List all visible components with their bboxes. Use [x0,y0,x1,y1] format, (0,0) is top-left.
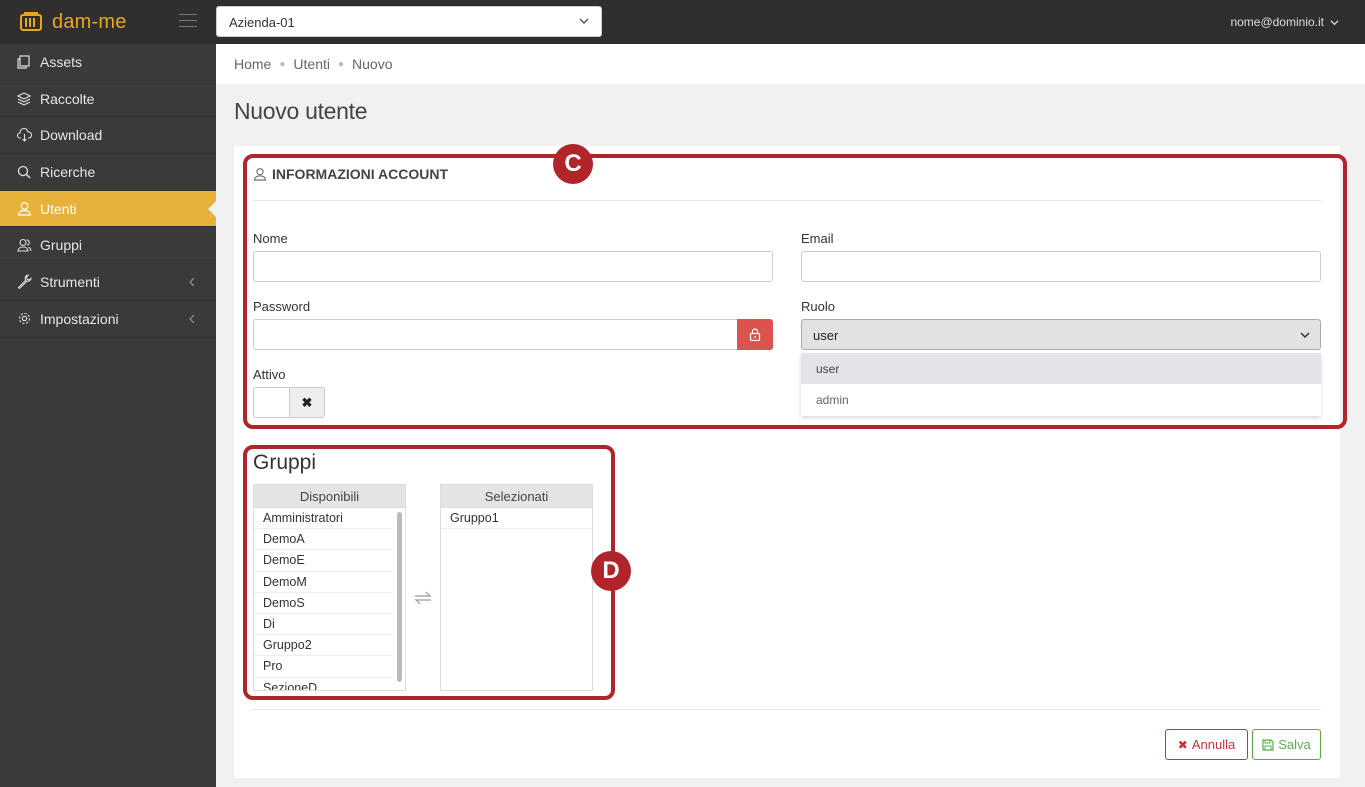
sidebar-item-raccolte[interactable]: Raccolte [0,81,216,118]
annotation-badge-d: D [591,551,631,591]
sidebar-item-label: Ricerche [40,163,96,180]
sidebar-item-download[interactable]: Download [0,117,216,155]
cloud-download-icon [16,127,32,143]
sidebar-item-label: Gruppi [40,237,83,254]
chevron-left-icon [189,314,195,324]
sidebar-item-assets[interactable]: Assets [0,44,216,81]
footer-divider [253,709,1321,710]
sidebar-item-impostazioni[interactable]: Impostazioni [0,301,216,338]
logo-icon [20,12,42,31]
user-menu[interactable]: nome@dominio.it [1230,15,1339,29]
layers-icon [16,91,32,107]
save-button[interactable]: Salva [1252,729,1321,760]
sidebar-item-utenti[interactable]: Utenti [0,190,216,228]
annotation-box-c [243,154,1347,429]
sidebar-item-label: Utenti [40,200,77,217]
breadcrumb: Home ● Utenti ● Nuovo [216,44,1365,84]
breadcrumb-home[interactable]: Home [234,56,271,72]
sidebar-item-gruppi[interactable]: Gruppi [0,227,216,265]
chevron-down-icon [579,18,589,25]
menu-toggle-icon[interactable] [179,14,197,28]
save-icon [1262,738,1274,751]
gear-icon [16,311,32,327]
breadcrumb-separator: ● [279,58,286,70]
breadcrumb-nuovo: Nuovo [352,56,393,72]
search-icon [16,164,32,180]
chevron-left-icon [189,277,195,287]
annotation-box-d [243,445,615,700]
close-icon: ✖ [1177,737,1188,752]
sidebar-item-label: Download [40,127,103,144]
user-icon [16,201,32,217]
top-bar: dam-me Azienda-01 nome@dominio.it [0,0,1365,44]
breadcrumb-separator: ● [337,58,345,70]
app-logo[interactable]: dam-me [20,9,127,35]
sidebar-item-label: Assets [40,53,83,70]
breadcrumb-utenti[interactable]: Utenti [293,56,330,72]
chevron-down-icon [1330,19,1339,25]
sidebar-item-strumenti[interactable]: Strumenti [0,264,216,301]
annotation-badge-c: C [553,144,593,184]
app-name: dam-me [52,10,127,33]
sidebar-item-label: Raccolte [40,90,95,107]
sidebar-item-label: Impostazioni [40,310,119,327]
page-title: Nuovo utente [234,98,368,124]
sidebar-item-ricerche[interactable]: Ricerche [0,154,216,191]
company-select-value: Azienda-01 [229,15,295,30]
save-button-label: Salva [1278,737,1311,752]
company-select[interactable]: Azienda-01 [216,6,602,37]
sidebar: Assets Raccolte Download Ricerche Utenti… [0,44,216,787]
user-email: nome@dominio.it [1230,15,1324,29]
wrench-icon [16,274,32,290]
cancel-button[interactable]: ✖ Annulla [1165,729,1248,760]
copy-icon [16,54,32,70]
sidebar-item-label: Strumenti [40,273,100,290]
cancel-button-label: Annulla [1191,737,1236,752]
users-icon [16,237,32,253]
